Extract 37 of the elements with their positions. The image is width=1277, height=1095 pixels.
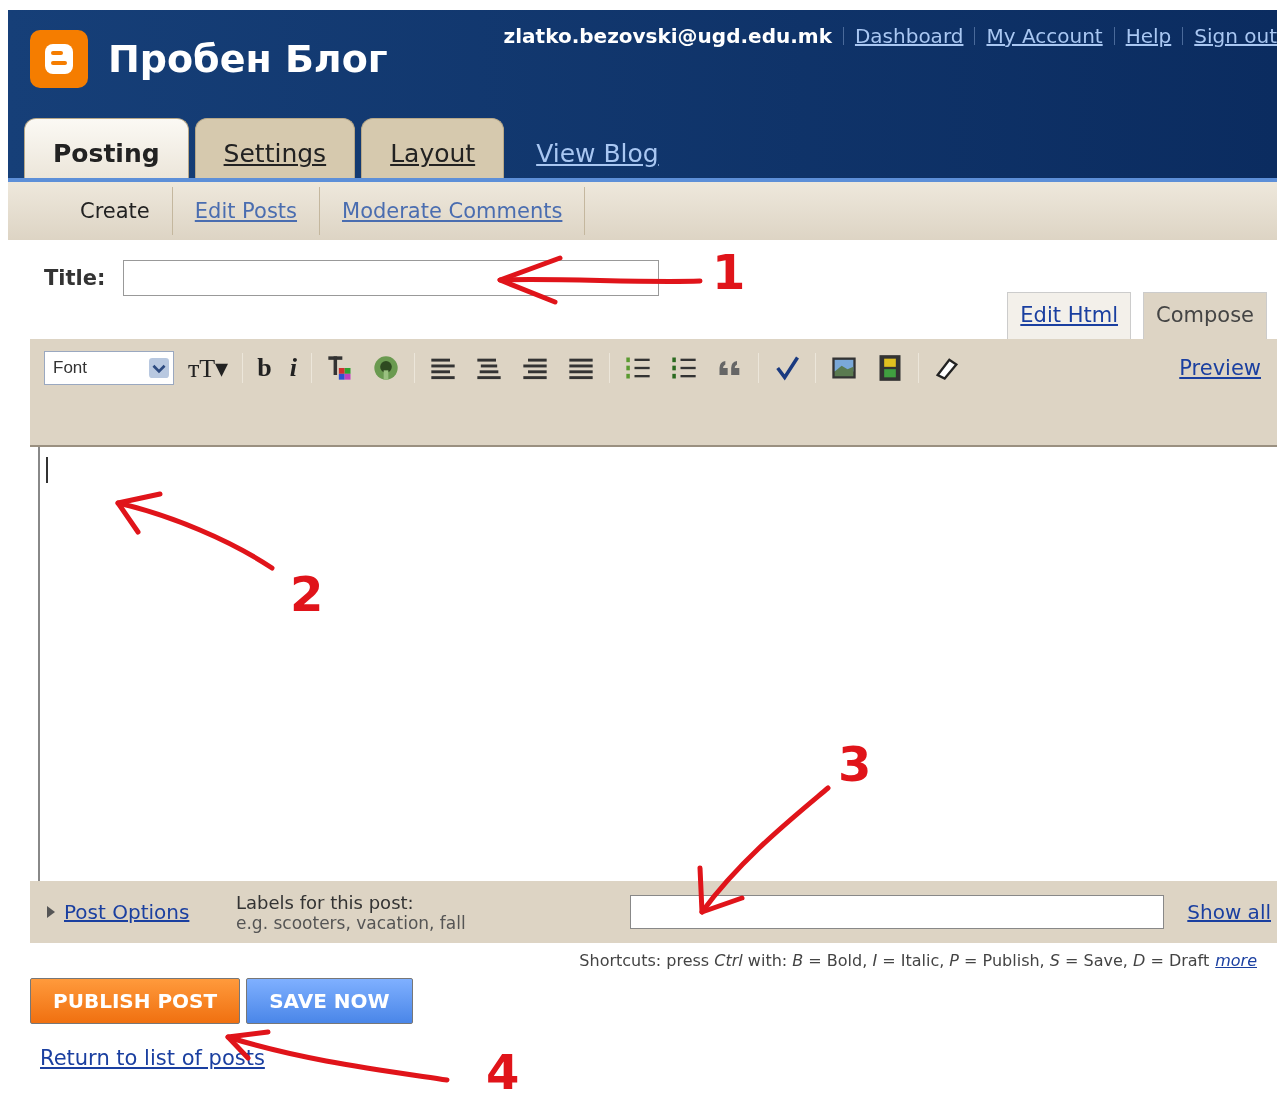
labels-hint: e.g. scooters, vacation, fall	[236, 912, 467, 933]
header-link[interactable]: Sign out	[1194, 24, 1277, 48]
sub-tab[interactable]: Create	[58, 187, 173, 235]
header-link[interactable]: Help	[1125, 24, 1172, 48]
more-link[interactable]: more	[1215, 951, 1257, 970]
text-cursor	[46, 457, 48, 483]
view-blog-link[interactable]: View Blog	[510, 139, 659, 178]
nav-tab[interactable]: Layout	[361, 118, 505, 178]
editor-tab[interactable]: Edit Html	[1007, 292, 1131, 339]
blog-logo-icon	[30, 30, 88, 88]
header-link[interactable]: Dashboard	[854, 24, 964, 48]
show-all-link[interactable]: Show all	[1187, 900, 1271, 924]
preview-link[interactable]: Preview	[1179, 356, 1261, 380]
annotation-number: 4	[486, 1048, 520, 1095]
blog-title: Пробен Блог	[108, 37, 388, 81]
annotation-number: 1	[712, 248, 746, 296]
user-email: zlatko.bezovski@ugd.edu.mk	[503, 24, 832, 48]
post-options-link[interactable]: Post Options	[64, 900, 190, 924]
title-field[interactable]	[123, 260, 660, 296]
annotation-number: 3	[838, 740, 872, 788]
font-select[interactable]: Font	[44, 351, 174, 385]
shortcuts-hint: Shortcuts: press Ctrl with: B = Bold, I = Italic, P = Publish, S = Save, D = Draft	[579, 951, 1210, 970]
nav-tab[interactable]: Posting	[24, 118, 189, 178]
bold-button[interactable]: b	[253, 353, 276, 383]
nav-tab[interactable]: Settings	[194, 118, 356, 178]
labels-caption: Labels for this post:	[236, 891, 415, 913]
sub-tab[interactable]: Moderate Comments	[320, 187, 586, 235]
expand-triangle-icon[interactable]	[46, 905, 56, 919]
labels-field[interactable]	[630, 895, 1164, 929]
editor-tab[interactable]: Compose	[1143, 292, 1267, 339]
italic-button[interactable]: i	[285, 353, 301, 383]
title-label: Title:	[44, 266, 106, 290]
annotation-number: 2	[290, 570, 324, 618]
sub-tab[interactable]: Edit Posts	[172, 187, 320, 235]
return-link[interactable]: Return to list of posts	[40, 1046, 265, 1070]
header-link[interactable]: My Account	[986, 24, 1103, 48]
text-size-button[interactable]: ᴛT▾	[184, 352, 233, 384]
